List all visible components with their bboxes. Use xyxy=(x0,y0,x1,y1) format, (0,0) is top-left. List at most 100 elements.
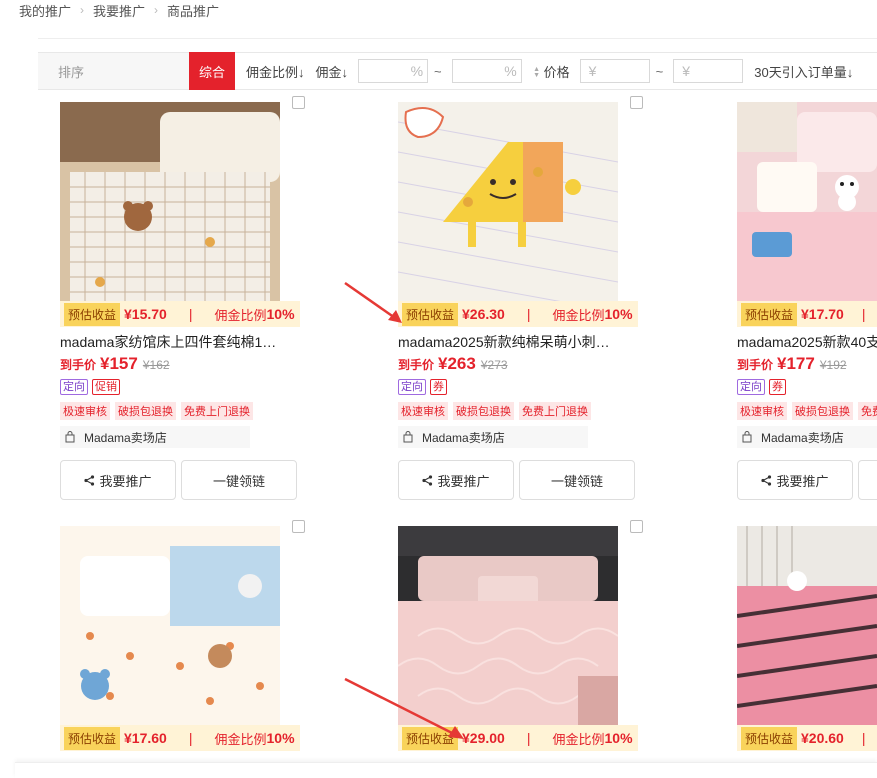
commission-min-input[interactable]: % xyxy=(358,59,429,83)
product-image[interactable] xyxy=(398,526,618,731)
tag-coupon: 券 xyxy=(430,379,447,395)
get-link-button[interactable]: 一键领链 xyxy=(519,460,635,500)
bottom-bar xyxy=(15,762,877,778)
service-tag: 免费 xyxy=(858,402,877,420)
pipe-divider: | xyxy=(526,306,531,322)
sort-comprehensive-button[interactable]: 综合 xyxy=(189,52,236,90)
product-title[interactable]: madama家纺馆床上四件套纯棉1… xyxy=(60,332,300,352)
original-price: ¥162 xyxy=(142,358,170,372)
product-card: 预估收益 ¥17.70 | madama2025新款40支 到手价 ¥177 ¥… xyxy=(737,96,877,516)
price-max-input[interactable]: ¥ xyxy=(673,59,744,83)
checkbox-icon[interactable] xyxy=(630,520,643,533)
checkbox-icon[interactable] xyxy=(630,96,643,109)
sort-commission-rate-button[interactable]: 佣金比例↓ xyxy=(246,62,305,81)
earn-amount: ¥15.70 xyxy=(124,306,167,322)
service-tag: 免费上门退换 xyxy=(519,402,591,420)
estimated-earnings-row: 预估收益 ¥29.00 | 佣金比例 10% xyxy=(398,725,638,751)
heart-bear-bedding-image xyxy=(60,526,280,731)
product-card: 预估收益 ¥15.70 | 佣金比例 10% madama家纺馆床上四件套纯棉1… xyxy=(60,96,306,516)
product-image[interactable] xyxy=(737,526,877,731)
shop-bag-icon xyxy=(403,431,413,443)
sort-orders-button[interactable]: 30天引入订单量↓ xyxy=(754,62,853,81)
final-price-label: 到手价 xyxy=(60,358,97,372)
product-title[interactable]: madama2025新款40支 xyxy=(737,332,877,352)
commission-rate: 10% xyxy=(266,730,295,746)
commission-rate: 10% xyxy=(604,730,633,746)
estimated-earnings-row: 预估收益 ¥15.70 | 佣金比例 10% xyxy=(60,301,300,327)
commission-rate-label: 佣金比例 xyxy=(214,731,267,747)
shop-row[interactable]: Madama卖场店 xyxy=(737,426,877,448)
breadcrumb-item-promote[interactable]: 我要推广 xyxy=(93,1,145,20)
price-label: 价格 xyxy=(543,64,570,80)
commission-rate-label: 佣金比例 xyxy=(214,307,267,323)
commission-max-input[interactable]: % xyxy=(451,59,522,83)
estimated-earnings-row: 预估收益 ¥17.70 | xyxy=(737,301,877,327)
breadcrumb: 我的推广 › 我要推广 › 商品推广 xyxy=(0,0,877,20)
checkbox-icon[interactable] xyxy=(292,520,305,533)
commission-rate: 10% xyxy=(604,306,633,322)
sort-price-button[interactable]: ▲ ▼ 价格 xyxy=(533,62,570,81)
get-link-button[interactable]: 一键领链 xyxy=(181,460,297,500)
promote-button[interactable]: 我要推广 xyxy=(398,460,514,500)
product-image[interactable] xyxy=(398,102,618,307)
tag-directed: 定向 xyxy=(398,379,426,395)
percent-unit: % xyxy=(410,63,424,79)
product-image[interactable] xyxy=(60,102,280,307)
share-icon xyxy=(761,474,772,486)
price-row: 到手价 ¥157 ¥162 xyxy=(60,354,170,374)
price-min-input[interactable]: ¥ xyxy=(579,59,650,83)
product-image[interactable] xyxy=(60,526,280,731)
currency-placeholder: ¥ xyxy=(588,63,597,79)
earn-amount: ¥26.30 xyxy=(462,306,505,322)
estimated-earnings-row: 预估收益 ¥17.60 | 佣金比例 10% xyxy=(60,725,300,751)
sort-commission-button[interactable]: 佣金↓ xyxy=(316,62,349,81)
promote-button[interactable]: 我要推广 xyxy=(60,460,176,500)
final-price: ¥177 xyxy=(777,354,815,373)
promote-label: 我要推广 xyxy=(99,473,152,489)
price-row: 到手价 ¥177 ¥192 xyxy=(737,354,847,374)
original-price: ¥273 xyxy=(480,358,508,372)
range-tilde: ~ xyxy=(434,63,442,79)
final-price: ¥263 xyxy=(438,354,476,373)
product-image[interactable] xyxy=(737,102,877,307)
tag-coupon: 券 xyxy=(769,379,786,395)
breadcrumb-item-my-promotion[interactable]: 我的推广 xyxy=(19,1,71,20)
earn-amount: ¥20.60 xyxy=(801,730,844,746)
get-link-button[interactable] xyxy=(858,460,877,500)
earn-badge: 预估收益 xyxy=(402,726,459,750)
earn-amount: ¥29.00 xyxy=(462,730,505,746)
chevron-right-icon: › xyxy=(80,3,85,17)
shop-bag-icon xyxy=(65,431,75,443)
service-tag: 破损包退换 xyxy=(453,402,514,420)
promote-button[interactable]: 我要推广 xyxy=(737,460,853,500)
tag-row: 定向 促销 xyxy=(60,379,124,395)
pipe-divider: | xyxy=(188,730,193,746)
pink-letter-bedding-image xyxy=(737,526,877,731)
currency-placeholder: ¥ xyxy=(682,63,691,79)
checkbox-icon[interactable] xyxy=(292,96,305,109)
percent-unit: % xyxy=(504,63,517,79)
range-tilde: ~ xyxy=(655,63,664,79)
product-card: 预估收益 ¥20.60 | xyxy=(737,520,877,760)
final-price: ¥157 xyxy=(100,354,138,373)
product-card: 预估收益 ¥17.60 | 佣金比例 10% xyxy=(60,520,306,760)
service-tag: 免费上门退换 xyxy=(181,402,253,420)
promote-label: 我要推广 xyxy=(437,473,490,489)
product-title[interactable]: madama2025新款纯棉呆萌小刺… xyxy=(398,332,638,352)
shop-name: Madama卖场店 xyxy=(422,430,505,445)
shop-row[interactable]: Madama卖场店 xyxy=(60,426,250,448)
chevron-right-icon: › xyxy=(154,3,159,17)
plaid-bedding-bear-image xyxy=(60,102,280,307)
tag-directed: 定向 xyxy=(737,379,765,395)
final-price-label: 到手价 xyxy=(737,358,774,372)
sort-label: 排序 xyxy=(38,53,189,89)
pipe-divider: | xyxy=(526,730,531,746)
pipe-divider: | xyxy=(188,306,193,322)
shop-row[interactable]: Madama卖场店 xyxy=(398,426,588,448)
shop-bag-icon xyxy=(742,431,752,443)
filter-panel-edge xyxy=(38,20,877,39)
estimated-earnings-row: 预估收益 ¥26.30 | 佣金比例 10% xyxy=(398,301,638,327)
service-tag: 极速审核 xyxy=(60,402,110,420)
service-tag: 破损包退换 xyxy=(115,402,176,420)
promote-label: 我要推广 xyxy=(776,473,829,489)
